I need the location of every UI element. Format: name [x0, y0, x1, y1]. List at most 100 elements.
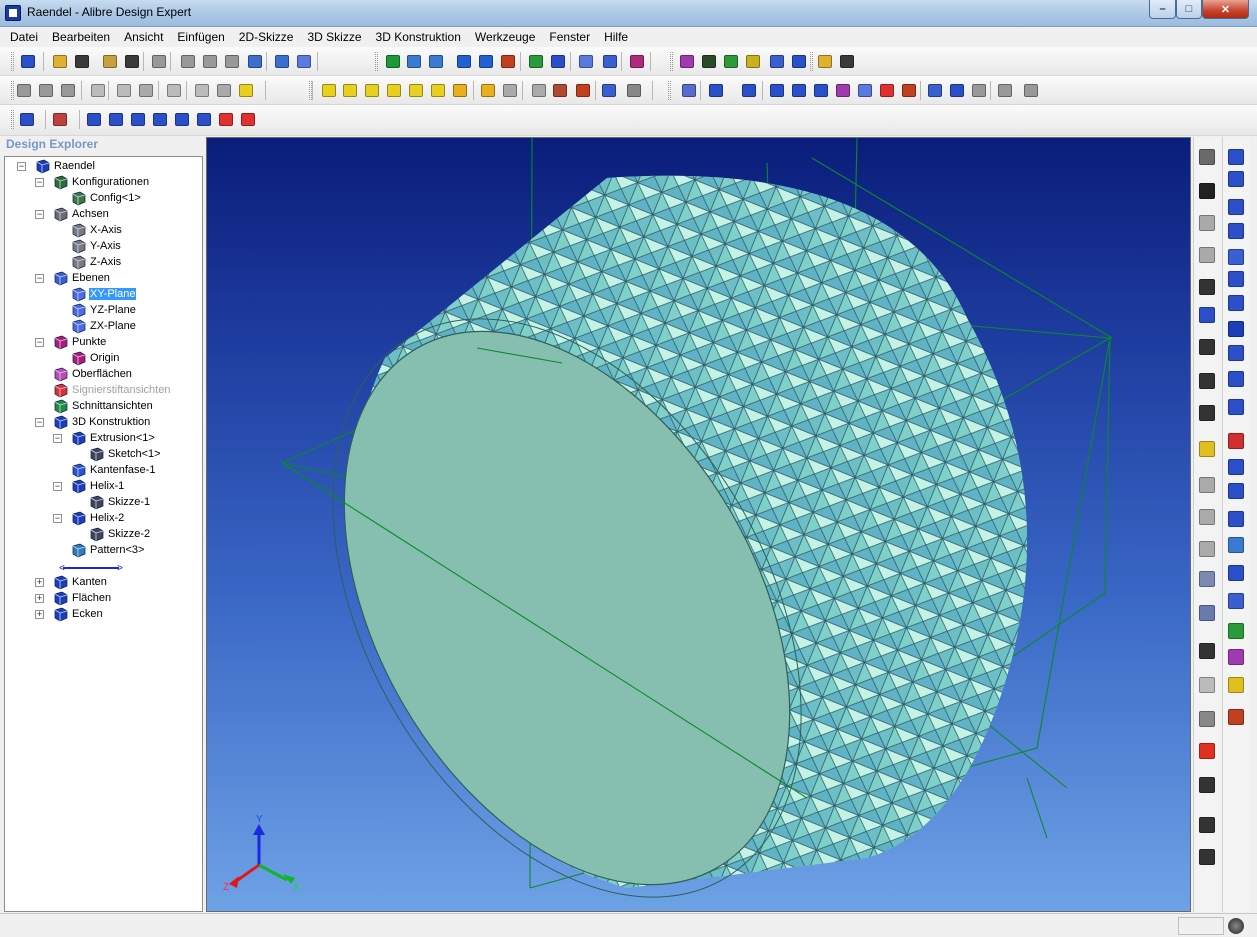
toolbar-button-icon[interactable]	[427, 52, 445, 70]
tree-item[interactable]: Helix-1	[71, 478, 125, 494]
tree-item[interactable]: Ecken	[53, 606, 104, 622]
tree-item[interactable]: Z-Axis	[71, 254, 122, 270]
toolbar-button-icon[interactable]	[628, 52, 646, 70]
side-toolbar-button-icon[interactable]	[1199, 215, 1215, 231]
menu-hilfe[interactable]: Hilfe	[597, 30, 635, 44]
tree-item[interactable]: YZ-Plane	[71, 302, 137, 318]
side-toolbar-button-icon[interactable]	[1199, 441, 1215, 457]
tree-item[interactable]: Ebenen	[53, 270, 111, 286]
side-toolbar-button-icon[interactable]	[1199, 643, 1215, 659]
toolbar-button-icon[interactable]	[405, 52, 423, 70]
toolbar-button-icon[interactable]	[744, 52, 762, 70]
toolbar-button-icon[interactable]	[179, 52, 197, 70]
side-toolbar-button-icon[interactable]	[1228, 511, 1244, 527]
toolbar-button-icon[interactable]	[363, 81, 381, 99]
toolbar-button-icon[interactable]	[834, 81, 852, 99]
side-toolbar-button-icon[interactable]	[1199, 477, 1215, 493]
toolbar-button-icon[interactable]	[19, 52, 37, 70]
side-toolbar-button-icon[interactable]	[1228, 537, 1244, 553]
toolbar-button-icon[interactable]	[625, 81, 643, 99]
tree-item[interactable]: Y-Axis	[71, 238, 122, 254]
toolbar-button-icon[interactable]	[577, 52, 595, 70]
toolbar-grip[interactable]	[375, 52, 378, 71]
tree-item[interactable]: Extrusion<1>	[71, 430, 156, 446]
toolbar-button-icon[interactable]	[385, 81, 403, 99]
toolbar-button-icon[interactable]	[948, 81, 966, 99]
tree-item[interactable]: Signierstiftansichten	[53, 382, 171, 398]
toolbar-button-icon[interactable]	[700, 52, 718, 70]
menu-bearbeiten[interactable]: Bearbeiten	[45, 30, 117, 44]
toolbar-button-icon[interactable]	[215, 81, 233, 99]
toolbar-button-icon[interactable]	[429, 81, 447, 99]
toolbar-button-icon[interactable]	[996, 81, 1014, 99]
tree-item[interactable]: Skizze-1	[89, 494, 151, 510]
side-toolbar-button-icon[interactable]	[1199, 183, 1215, 199]
toolbar-button-icon[interactable]	[239, 110, 257, 128]
menu-einfuegen[interactable]: Einfügen	[170, 30, 231, 44]
menu-3d-skizze[interactable]: 3D Skizze	[300, 30, 368, 44]
collapse-toggle[interactable]: −	[53, 482, 62, 491]
toolbar-button-icon[interactable]	[407, 81, 425, 99]
toolbar-button-icon[interactable]	[384, 52, 402, 70]
toolbar-button-icon[interactable]	[680, 81, 698, 99]
minimize-button[interactable]: –	[1149, 0, 1176, 19]
menu-3d-konstruktion[interactable]: 3D Konstruktion	[369, 30, 468, 44]
toolbar-button-icon[interactable]	[722, 52, 740, 70]
close-button[interactable]: ✕	[1202, 0, 1249, 19]
maximize-button[interactable]: □	[1176, 0, 1202, 19]
collapse-toggle[interactable]: −	[53, 514, 62, 523]
toolbar-grip[interactable]	[11, 52, 14, 71]
side-toolbar-button-icon[interactable]	[1199, 149, 1215, 165]
side-toolbar-button-icon[interactable]	[1228, 399, 1244, 415]
tree-item[interactable]: Pattern<3>	[71, 542, 145, 558]
toolbar-button-icon[interactable]	[574, 81, 592, 99]
tree-item[interactable]: Kanten	[53, 574, 108, 590]
side-toolbar-button-icon[interactable]	[1199, 677, 1215, 693]
toolbar-button-icon[interactable]	[195, 110, 213, 128]
toolbar-button-icon[interactable]	[707, 81, 725, 99]
tree-item[interactable]: Achsen	[53, 206, 110, 222]
toolbar-button-icon[interactable]	[527, 52, 545, 70]
toolbar-button-icon[interactable]	[455, 52, 473, 70]
tree-item[interactable]: Skizze-2	[89, 526, 151, 542]
toolbar-button-icon[interactable]	[790, 52, 808, 70]
menu-werkzeuge[interactable]: Werkzeuge	[468, 30, 542, 44]
menu-datei[interactable]: Datei	[0, 30, 45, 44]
toolbar-button-icon[interactable]	[856, 81, 874, 99]
side-toolbar-button-icon[interactable]	[1228, 321, 1244, 337]
side-toolbar-button-icon[interactable]	[1228, 677, 1244, 693]
toolbar-button-icon[interactable]	[150, 52, 168, 70]
toolbar-button-icon[interactable]	[838, 52, 856, 70]
toolbar-grip[interactable]	[11, 110, 14, 129]
collapse-toggle[interactable]: −	[53, 434, 62, 443]
toolbar-button-icon[interactable]	[600, 81, 618, 99]
tree-item[interactable]: XY-Plane	[71, 286, 137, 302]
side-toolbar-button-icon[interactable]	[1199, 605, 1215, 621]
menu-2d-skizze[interactable]: 2D-Skizze	[232, 30, 301, 44]
side-toolbar-button-icon[interactable]	[1199, 339, 1215, 355]
toolbar-grip[interactable]	[670, 52, 673, 71]
toolbar-button-icon[interactable]	[193, 81, 211, 99]
menu-ansicht[interactable]: Ansicht	[117, 30, 170, 44]
toolbar-button-icon[interactable]	[501, 81, 519, 99]
side-toolbar-button-icon[interactable]	[1199, 509, 1215, 525]
toolbar-button-icon[interactable]	[51, 52, 69, 70]
collapse-toggle[interactable]: −	[35, 210, 44, 219]
expand-toggle[interactable]: +	[35, 578, 44, 587]
tree-item[interactable]: Origin	[71, 350, 120, 366]
side-toolbar-button-icon[interactable]	[1199, 373, 1215, 389]
toolbar-button-icon[interactable]	[530, 81, 548, 99]
toolbar-button-icon[interactable]	[73, 52, 91, 70]
side-toolbar-button-icon[interactable]	[1228, 171, 1244, 187]
collapse-toggle[interactable]: −	[35, 274, 44, 283]
toolbar-button-icon[interactable]	[1022, 81, 1040, 99]
toolbar-button-icon[interactable]	[549, 52, 567, 70]
app-icon[interactable]	[5, 5, 21, 21]
toolbar-grip[interactable]	[810, 52, 813, 71]
toolbar-button-icon[interactable]	[59, 81, 77, 99]
rollback-bar[interactable]: < >	[59, 563, 123, 574]
3d-viewport[interactable]: Y X Z	[206, 137, 1191, 912]
toolbar-grip[interactable]	[668, 81, 671, 100]
side-toolbar-button-icon[interactable]	[1228, 483, 1244, 499]
toolbar-button-icon[interactable]	[115, 81, 133, 99]
